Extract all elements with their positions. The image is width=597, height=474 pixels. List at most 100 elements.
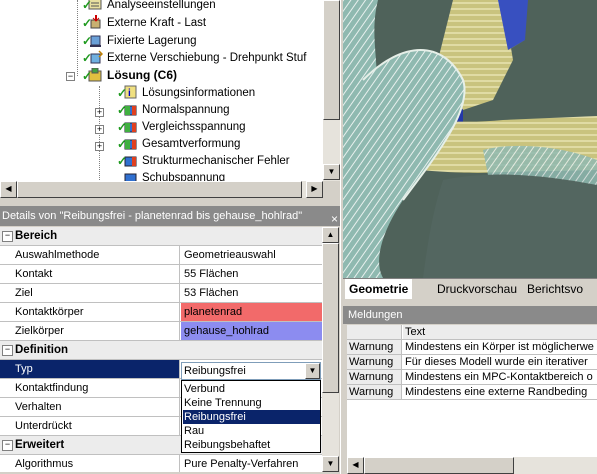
expand-toggle[interactable]: + (95, 142, 104, 151)
tree-item-normalspannung[interactable]: ✓ Normalspannung (117, 102, 230, 119)
geometry-viewport[interactable] (343, 0, 597, 278)
scrollbar-corner (323, 181, 340, 198)
tree-item-label: Lösung (C6) (107, 68, 177, 82)
property-value[interactable]: Geometrieauswahl (181, 246, 322, 264)
property-value[interactable]: 53 Flächen (181, 284, 322, 302)
expand-toggle[interactable]: + (95, 125, 104, 134)
dropdown-option[interactable]: Rau (183, 424, 320, 438)
property-row[interactable]: Kontakt 55 Flächen (0, 265, 322, 284)
expand-toggle[interactable]: + (95, 108, 104, 117)
scrollbar-thumb[interactable] (322, 243, 339, 393)
scroll-right-button[interactable]: ▶ (306, 181, 323, 198)
check-icon: ✓ (82, 16, 93, 30)
tab-berichtsvorschau[interactable]: Berichtsvo (523, 279, 587, 299)
column-header-type[interactable] (347, 325, 402, 339)
tree-connector (77, 0, 78, 76)
dropdown-option[interactable]: Verbund (183, 382, 320, 396)
scroll-down-button[interactable]: ▼ (323, 164, 340, 180)
details-title-bar: Details von "Reibungsfrei - planetenrad … (0, 206, 340, 226)
check-icon: ✓ (82, 69, 93, 83)
info-icon: i ✓ (117, 85, 138, 99)
type-select-value: Reibungsfrei (184, 365, 246, 377)
property-row[interactable]: Ziel 53 Flächen (0, 284, 322, 303)
tree-item-fixierte-lagerung[interactable]: ✓ Fixierte Lagerung (82, 33, 197, 50)
check-icon: ✓ (117, 103, 128, 117)
tree-item-analyseeinstellungen[interactable]: ✓ Analyseeinstellungen (82, 0, 216, 14)
tree-item-vergleichsspannung[interactable]: ✓ Vergleichsspannung (117, 119, 246, 136)
chevron-down-icon[interactable]: ▼ (305, 363, 320, 379)
contact-body-value[interactable]: planetenrad (181, 303, 322, 321)
scrollbar-thumb[interactable] (364, 457, 514, 474)
property-row[interactable]: Kontaktkörper planetenrad (0, 303, 322, 322)
tab-geometrie[interactable]: Geometrie (345, 279, 413, 299)
dropdown-option[interactable]: Keine Trennung (183, 396, 320, 410)
tree-item-label: Schubspannung (142, 172, 226, 181)
tree-item-loesung[interactable]: ✓ Lösung (C6) (82, 67, 177, 84)
tab-druckvorschau[interactable]: Druckvorschau (433, 279, 521, 299)
tree-item-loesungsinformationen[interactable]: i ✓ Lösungsinformationen (117, 85, 255, 102)
target-body-value[interactable]: gehause_hohlrad (181, 322, 322, 340)
message-type: Warnung (347, 385, 402, 399)
tree-item-externe-kraft[interactable]: ✓ Externe Kraft - Last (82, 15, 206, 32)
scrollbar-thumb[interactable] (17, 181, 302, 198)
property-key: Verhalten (0, 398, 180, 416)
details-title: Details von "Reibungsfrei - planetenrad … (2, 210, 303, 222)
tree-item-schubspannung[interactable]: Schubspannung (123, 170, 225, 181)
group-bereich[interactable]: − Bereich (0, 227, 322, 246)
dropdown-option[interactable]: Reibungsbehaftet (183, 438, 320, 452)
message-text: Für dieses Modell wurde ein iterativer (405, 356, 588, 368)
column-header-text[interactable]: Text (403, 325, 597, 339)
property-row[interactable]: Zielkörper gehause_hohlrad (0, 322, 322, 341)
type-dropdown-list[interactable]: Verbund Keine Trennung Reibungsfrei Rau … (181, 380, 321, 453)
tree-item-gesamtverformung[interactable]: ✓ Gesamtverformung (117, 136, 241, 153)
check-icon: ✓ (82, 51, 93, 65)
tree-vertical-scrollbar[interactable]: ▼ (323, 0, 340, 181)
tree-item-externe-verschiebung[interactable]: ✓ Externe Verschiebung - Drehpunkt Stuf (82, 50, 306, 67)
tree-item-label: Normalspannung (142, 104, 230, 116)
property-value[interactable]: 55 Flächen (181, 265, 322, 283)
message-row[interactable]: Warnung Mindestens ein MPC-Kontaktbereic… (347, 370, 597, 385)
scroll-down-button[interactable]: ▼ (322, 456, 339, 472)
tree-item-strukturmechanischer-fehler[interactable]: ✓ Strukturmechanischer Fehler (117, 153, 290, 170)
project-tree[interactable]: ✓ Analyseeinstellungen ✓ Externe Kraft - L… (0, 0, 323, 181)
property-row[interactable]: Auswahlmethode Geometrieauswahl (0, 246, 322, 265)
messages-table: Text Warnung Mindestens ein Körper ist m… (347, 325, 597, 465)
tree-item-label: Strukturmechanischer Fehler (142, 155, 290, 167)
message-type: Warnung (347, 340, 402, 354)
group-definition[interactable]: − Definition (0, 341, 322, 360)
check-icon: ✓ (117, 137, 128, 151)
tree-item-label: Gesamtverformung (142, 138, 241, 150)
tree-horizontal-scrollbar[interactable]: ◀ ▶ (0, 181, 323, 198)
type-select[interactable]: Reibungsfrei ▼ (181, 362, 321, 380)
message-row[interactable]: Warnung Mindestens ein Körper ist möglic… (347, 340, 597, 355)
property-key: Zielkörper (0, 322, 180, 340)
scroll-up-button[interactable]: ▲ (322, 227, 339, 243)
messages-horizontal-scrollbar[interactable]: ◀ (347, 457, 597, 474)
messages-title: Meldungen (348, 309, 403, 321)
property-key: Kontakt (0, 265, 180, 283)
property-value[interactable]: Pure Penalty-Verfahren (181, 455, 322, 472)
result-icon: ✓ (117, 136, 138, 150)
message-row[interactable]: Warnung Mindestens eine externe Randbedi… (347, 385, 597, 400)
check-icon: ✓ (82, 0, 93, 12)
property-key: Kontaktfindung (0, 379, 180, 397)
scroll-left-button[interactable]: ◀ (347, 457, 364, 474)
messages-title-bar: Meldungen (343, 306, 597, 324)
dropdown-option-selected[interactable]: Reibungsfrei (183, 410, 320, 424)
fixed-support-icon: ✓ (82, 33, 103, 47)
force-icon: ✓ (82, 15, 103, 29)
message-row[interactable]: Warnung Für dieses Modell wurde ein iter… (347, 355, 597, 370)
close-icon[interactable]: × (331, 209, 338, 226)
tab-label: Berichtsvo (527, 282, 584, 296)
solution-icon: ✓ (82, 67, 103, 82)
property-row[interactable]: Algorithmus Pure Penalty-Verfahren (0, 455, 322, 472)
result-icon: ✓ (117, 102, 138, 116)
property-key: Ziel (0, 284, 180, 302)
property-key: Kontaktkörper (0, 303, 180, 321)
collapse-toggle[interactable]: − (66, 72, 75, 81)
check-icon: ✓ (117, 120, 128, 134)
details-vertical-scrollbar[interactable]: ▲ ▼ (322, 227, 339, 472)
scrollbar-thumb[interactable] (323, 0, 340, 120)
scroll-left-button[interactable]: ◀ (0, 181, 17, 198)
check-icon: ✓ (117, 154, 128, 168)
